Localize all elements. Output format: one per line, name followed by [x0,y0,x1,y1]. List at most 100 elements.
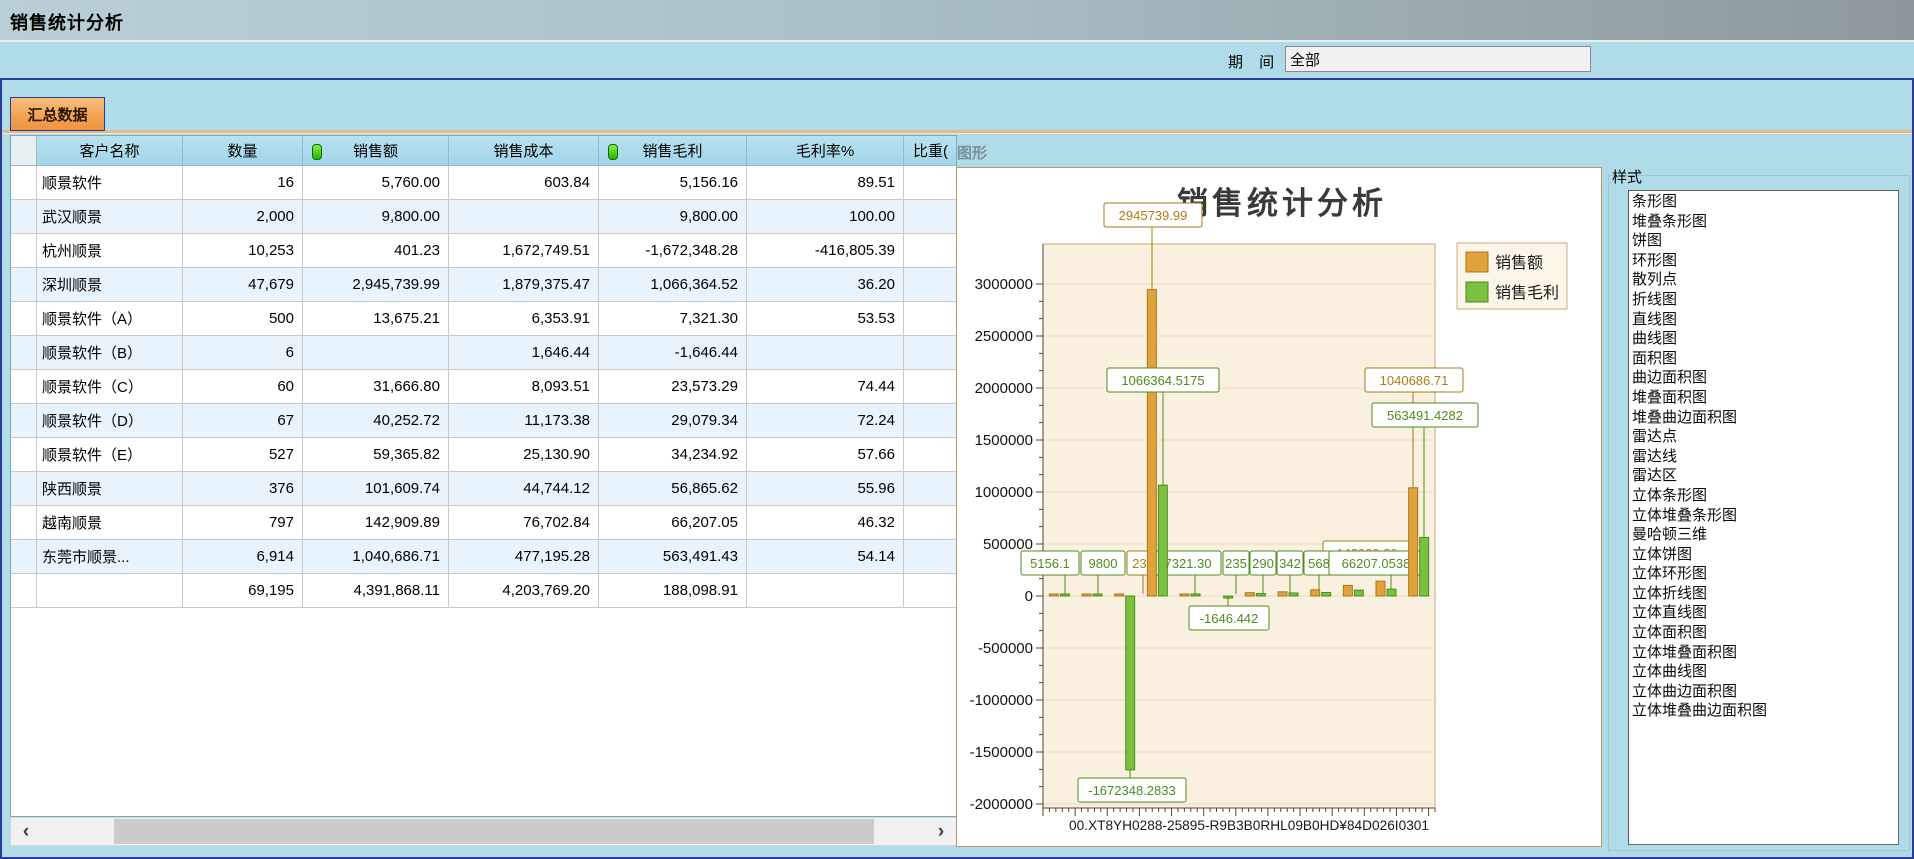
table-cell-quantity[interactable]: 60 [183,370,303,404]
table-cell-margin-percent[interactable]: 89.51 [747,166,904,200]
table-cell-customer-name[interactable]: 武汉顺景 [37,200,183,234]
table-cell-sales-cost[interactable]: 603.84 [449,166,599,200]
table-header-proportion[interactable]: 比重( [904,136,957,166]
table-header-sales-cost[interactable]: 销售成本 [449,136,599,166]
table-cell-gross-profit[interactable]: 23,573.29 [599,370,747,404]
style-option[interactable]: 曲边面积图 [1632,368,1898,388]
style-option[interactable]: 堆叠曲边面积图 [1632,408,1898,428]
table-cell-proportion[interactable] [904,234,957,268]
table-cell-customer-name[interactable]: 顺景软件（C） [37,370,183,404]
table-cell-margin-percent[interactable]: 36.20 [747,268,904,302]
table-cell-gross-profit[interactable]: 563,491.43 [599,540,747,574]
table-cell-sales-cost[interactable]: 1,879,375.47 [449,268,599,302]
table-cell-sales-cost[interactable]: 477,195.28 [449,540,599,574]
table-cell-sales-amount[interactable]: 4,391,868.11 [303,574,449,608]
table-cell-quantity[interactable]: 500 [183,302,303,336]
table-header-customer-name[interactable]: 客户名称 [37,136,183,166]
table-cell-proportion[interactable] [904,438,957,472]
table-cell-proportion[interactable] [904,574,957,608]
tab-summary-data[interactable]: 汇总数据 [10,97,105,131]
table-cell-margin-percent[interactable]: 100.00 [747,200,904,234]
style-option[interactable]: 立体饼图 [1632,545,1898,565]
table-cell-proportion[interactable] [904,302,957,336]
style-option[interactable]: 曲线图 [1632,329,1898,349]
style-option[interactable]: 直线图 [1632,310,1898,330]
table-cell-sales-amount[interactable]: 142,909.89 [303,506,449,540]
row-indicator[interactable] [11,574,37,608]
table-cell-margin-percent[interactable]: 53.53 [747,302,904,336]
row-indicator[interactable] [11,506,37,540]
table-cell-gross-profit[interactable]: 29,079.34 [599,404,747,438]
table-cell-customer-name[interactable]: 顺景软件（D） [37,404,183,438]
table-cell-proportion[interactable] [904,472,957,506]
table-cell-customer-name[interactable]: 越南顺景 [37,506,183,540]
table-cell-gross-profit[interactable]: 56,865.62 [599,472,747,506]
table-cell-sales-amount[interactable]: 31,666.80 [303,370,449,404]
table-cell-sales-amount[interactable]: 5,760.00 [303,166,449,200]
style-option[interactable]: 雷达点 [1632,427,1898,447]
scroll-left-arrow-icon[interactable]: ‹ [11,818,41,845]
table-cell-customer-name[interactable]: 陕西顺景 [37,472,183,506]
period-input[interactable] [1285,46,1591,72]
table-cell-proportion[interactable] [904,540,957,574]
table-cell-sales-cost[interactable]: 76,702.84 [449,506,599,540]
style-option[interactable]: 立体曲线图 [1632,662,1898,682]
table-cell-sales-amount[interactable]: 9,800.00 [303,200,449,234]
row-indicator[interactable] [11,268,37,302]
table-cell-quantity[interactable]: 527 [183,438,303,472]
style-option[interactable]: 立体直线图 [1632,603,1898,623]
table-cell-customer-name[interactable]: 杭州顺景 [37,234,183,268]
table-cell-proportion[interactable] [904,336,957,370]
style-option[interactable]: 饼图 [1632,231,1898,251]
row-indicator[interactable] [11,234,37,268]
table-cell-quantity[interactable]: 69,195 [183,574,303,608]
style-option[interactable]: 散列点 [1632,270,1898,290]
row-indicator[interactable] [11,302,37,336]
table-cell-gross-profit[interactable]: 1,066,364.52 [599,268,747,302]
style-option[interactable]: 雷达区 [1632,466,1898,486]
chart-style-listbox[interactable]: 条形图堆叠条形图饼图环形图散列点折线图直线图曲线图面积图曲边面积图堆叠面积图堆叠… [1628,190,1899,845]
table-cell-customer-name[interactable]: 顺景软件（B） [37,336,183,370]
table-cell-proportion[interactable] [904,370,957,404]
table-header-gross-profit[interactable]: 销售毛利 [599,136,747,166]
table-cell-proportion[interactable] [904,166,957,200]
table-cell-sales-cost[interactable]: 6,353.91 [449,302,599,336]
table-cell-gross-profit[interactable]: 66,207.05 [599,506,747,540]
table-cell-margin-percent[interactable]: 46.32 [747,506,904,540]
table-cell-sales-amount[interactable]: 59,365.82 [303,438,449,472]
style-option[interactable]: 堆叠面积图 [1632,388,1898,408]
table-cell-margin-percent[interactable]: 55.96 [747,472,904,506]
table-cell-gross-profit[interactable]: 9,800.00 [599,200,747,234]
style-option[interactable]: 立体堆叠条形图 [1632,506,1898,526]
row-indicator[interactable] [11,540,37,574]
table-cell-margin-percent[interactable]: 74.44 [747,370,904,404]
table-cell-margin-percent[interactable]: 72.24 [747,404,904,438]
table-cell-margin-percent[interactable]: -416,805.39 [747,234,904,268]
style-option[interactable]: 立体折线图 [1632,584,1898,604]
style-option[interactable]: 环形图 [1632,251,1898,271]
table-cell-sales-amount[interactable]: 101,609.74 [303,472,449,506]
table-cell-sales-cost[interactable]: 11,173.38 [449,404,599,438]
table-cell-margin-percent[interactable] [747,336,904,370]
table-cell-sales-cost[interactable] [449,200,599,234]
style-option[interactable]: 折线图 [1632,290,1898,310]
table-cell-quantity[interactable]: 376 [183,472,303,506]
table-cell-proportion[interactable] [904,268,957,302]
table-cell-sales-amount[interactable]: 401.23 [303,234,449,268]
table-cell-margin-percent[interactable]: 54.14 [747,540,904,574]
style-option[interactable]: 立体面积图 [1632,623,1898,643]
row-indicator[interactable] [11,336,37,370]
table-cell-sales-cost[interactable]: 4,203,769.20 [449,574,599,608]
table-cell-customer-name[interactable]: 顺景软件 [37,166,183,200]
table-cell-gross-profit[interactable]: 7,321.30 [599,302,747,336]
table-cell-customer-name[interactable]: 东莞市顺景... [37,540,183,574]
table-cell-quantity[interactable]: 797 [183,506,303,540]
table-cell-sales-cost[interactable]: 1,646.44 [449,336,599,370]
row-indicator[interactable] [11,404,37,438]
style-option[interactable]: 立体环形图 [1632,564,1898,584]
table-hscrollbar[interactable]: ‹ › [10,817,957,846]
row-indicator[interactable] [11,166,37,200]
table-cell-quantity[interactable]: 10,253 [183,234,303,268]
table-cell-gross-profit[interactable]: 34,234.92 [599,438,747,472]
table-cell-margin-percent[interactable]: 57.66 [747,438,904,472]
